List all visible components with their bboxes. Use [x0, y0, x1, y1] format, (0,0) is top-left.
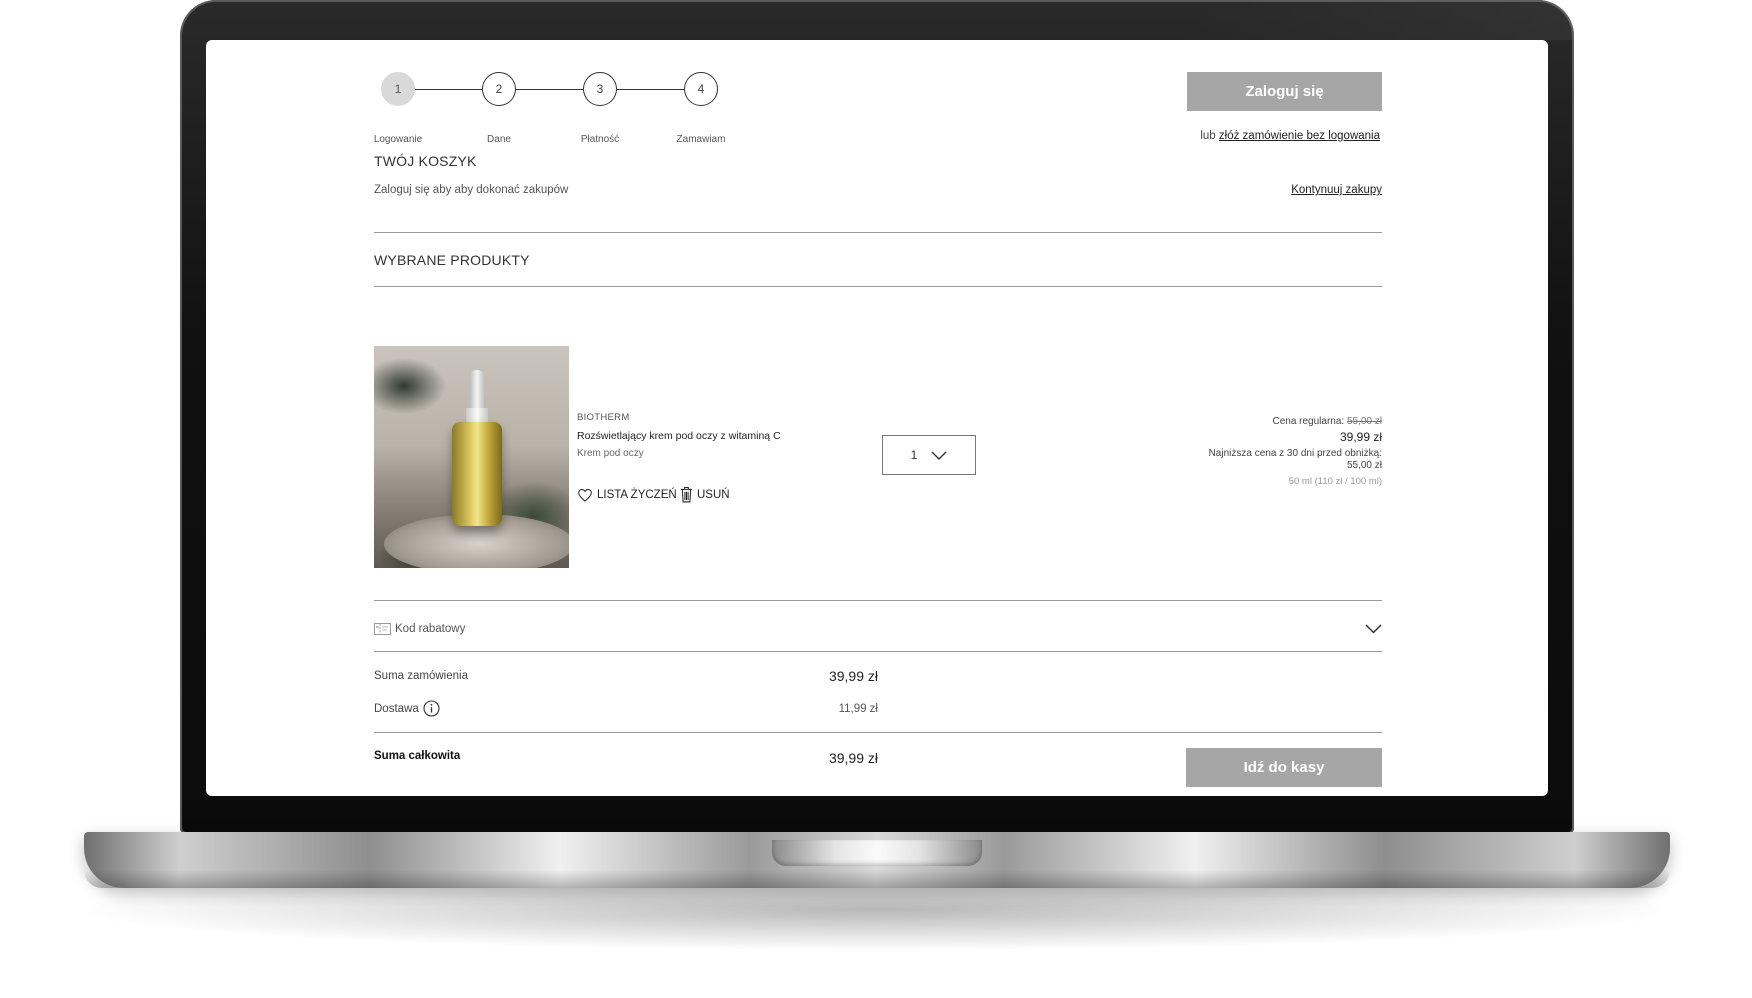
- unit-price-info: 50 ml (110 zł / 100 ml): [1288, 476, 1382, 487]
- order-sum-label: Suma zamówienia: [374, 670, 468, 682]
- current-price: 39,99 zł: [1339, 430, 1382, 444]
- cart-subtitle: Zaloguj się aby aby dokonać zakupów: [374, 184, 569, 196]
- chevron-down-icon: [931, 451, 947, 460]
- delivery-value: 11,99 zł: [838, 703, 878, 715]
- divider: [374, 600, 1382, 601]
- product-brand: BIOTHERM: [577, 412, 630, 423]
- total-value: 39,99 zł: [828, 750, 878, 766]
- step-3-label: Płatność: [580, 134, 620, 145]
- regular-price: 55,00 zł: [1346, 416, 1382, 427]
- step-4-circle[interactable]: 4: [684, 72, 718, 106]
- discount-code-toggle[interactable]: Kod rabatowy: [374, 608, 1382, 650]
- quantity-select[interactable]: 1: [882, 435, 976, 475]
- info-icon[interactable]: [423, 700, 440, 717]
- continue-shopping-link[interactable]: Kontynuuj zakupy: [1291, 184, 1382, 196]
- order-sum-value: 39,99 zł: [828, 668, 878, 684]
- wishlist-label: LISTA ŻYCZEŃ: [597, 489, 677, 501]
- product-image-bottle: [452, 422, 502, 526]
- lid-glare: [1165, 0, 1574, 40]
- step-1-label: Logowanie: [373, 134, 423, 145]
- step-2-circle[interactable]: 2: [482, 72, 516, 106]
- guest-checkout-row: lub złóż zamówienie bez logowania: [1200, 130, 1380, 142]
- stepper-connector: [415, 89, 482, 90]
- chevron-down-icon: [1365, 624, 1382, 634]
- discount-code-label: Kod rabatowy: [395, 623, 466, 635]
- lowest-price: 55,00 zł: [1346, 460, 1382, 471]
- step-2-label: Dane: [487, 134, 511, 145]
- wishlist-button[interactable]: LISTA ŻYCZEŃ: [577, 488, 677, 502]
- remove-button[interactable]: USUŃ: [680, 486, 730, 503]
- checkout-stepper: 1 2 3 4 Logowanie Dane Płatność Zamawiam: [374, 56, 754, 156]
- checkout-button[interactable]: Idź do kasy: [1186, 748, 1382, 787]
- discount-code-label-group: Kod rabatowy: [374, 623, 465, 635]
- heart-icon: [578, 488, 592, 502]
- or-text: lub: [1200, 130, 1216, 142]
- delivery-row: Dostawa: [374, 700, 440, 717]
- stepper-connector: [617, 89, 684, 90]
- divider: [374, 651, 1382, 652]
- product-image-dropper: [470, 370, 484, 410]
- trash-icon: [680, 487, 693, 503]
- lowest-price-label: Najniższa cena z 30 dni przed obniżką:: [1208, 448, 1382, 459]
- product-category: Krem pod oczy: [577, 448, 644, 459]
- product-image[interactable]: [374, 346, 569, 568]
- regular-price-row: Cena regularna: 55,00 zł: [1122, 416, 1382, 427]
- cart-title: TWÓJ KOSZYK: [374, 153, 477, 169]
- laptop-notch: [772, 840, 982, 866]
- product-price-block: Cena regularna: 55,00 zł 39,99 zł Najniż…: [1122, 416, 1382, 487]
- divider: [374, 732, 1382, 733]
- step-1-circle[interactable]: 1: [381, 72, 415, 106]
- products-section-title: WYBRANE PRODUKTY: [374, 252, 530, 268]
- regular-price-label: Cena regularna:: [1272, 416, 1345, 427]
- guest-checkout-link[interactable]: złóż zamówienie bez logowania: [1219, 130, 1380, 142]
- divider: [374, 232, 1382, 233]
- total-label: Suma całkowita: [374, 750, 461, 762]
- quantity-value: 1: [910, 448, 918, 462]
- product-name[interactable]: Rozświetlający krem pod oczy z witaminą …: [577, 430, 781, 442]
- coupon-icon: [374, 623, 391, 635]
- stepper-connector: [516, 89, 583, 90]
- step-4-label: Zamawiam: [676, 134, 726, 145]
- step-3-circle[interactable]: 3: [583, 72, 617, 106]
- divider: [374, 286, 1382, 287]
- remove-label: USUŃ: [697, 488, 730, 501]
- laptop-screen: 1 2 3 4 Logowanie Dane Płatność Zamawiam…: [206, 40, 1548, 796]
- login-button[interactable]: Zaloguj się: [1187, 72, 1382, 111]
- delivery-label: Dostawa: [374, 702, 419, 715]
